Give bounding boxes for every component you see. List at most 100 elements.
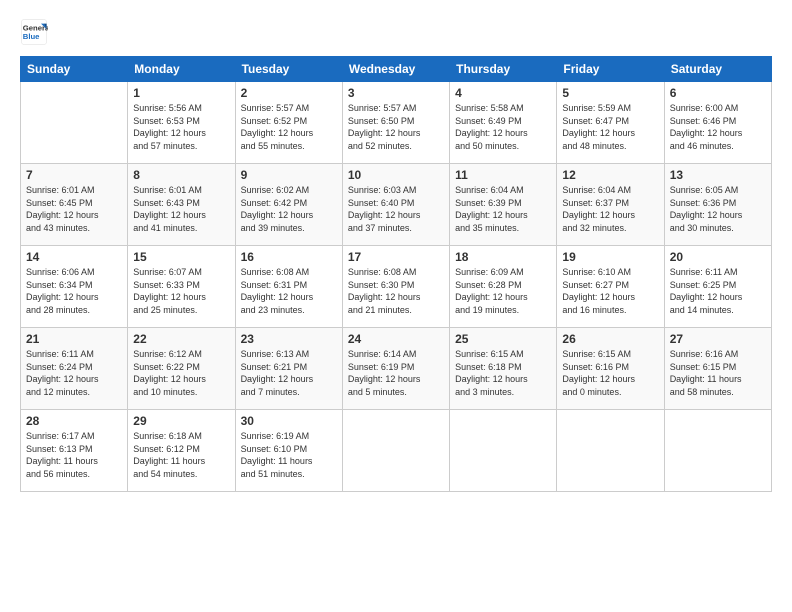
weekday-header-row: SundayMondayTuesdayWednesdayThursdayFrid…	[21, 57, 772, 82]
calendar-cell: 16Sunrise: 6:08 AM Sunset: 6:31 PM Dayli…	[235, 246, 342, 328]
svg-text:Blue: Blue	[23, 32, 40, 41]
calendar-cell: 3 Sunrise: 5:57 AM Sunset: 6:50 PM Daylig…	[342, 82, 449, 164]
day-info: Sunrise: 6:16 AM Sunset: 6:15 PM Dayligh…	[670, 348, 766, 398]
day-number: 5	[562, 86, 658, 100]
header: General Blue	[20, 18, 772, 46]
day-info: Sunrise: 6:13 AM Sunset: 6:21 PM Dayligh…	[241, 348, 337, 398]
day-info: Sunrise: 6:12 AM Sunset: 6:22 PM Dayligh…	[133, 348, 229, 398]
day-number: 11	[455, 168, 551, 182]
week-row-4: 21 Sunrise: 6:11 AM Sunset: 6:24 PM Dayli…	[21, 328, 772, 410]
day-info: Sunrise: 6:17 AM Sunset: 6:13 PM Dayligh…	[26, 430, 122, 480]
day-number: 4	[455, 86, 551, 100]
day-info: Sunrise: 6:07 AM Sunset: 6:33 PM Dayligh…	[133, 266, 229, 316]
weekday-thursday: Thursday	[450, 57, 557, 82]
day-number: 13	[670, 168, 766, 182]
day-number: 12	[562, 168, 658, 182]
day-number: 21	[26, 332, 122, 346]
calendar-cell: 28 Sunrise: 6:17 AM Sunset: 6:13 PM Dayli…	[21, 410, 128, 492]
calendar-cell: 20 Sunrise: 6:11 AM Sunset: 6:25 PM Dayli…	[664, 246, 771, 328]
calendar-cell: 4 Sunrise: 5:58 AM Sunset: 6:49 PM Daylig…	[450, 82, 557, 164]
calendar-cell: 29 Sunrise: 6:18 AM Sunset: 6:12 PM Dayli…	[128, 410, 235, 492]
day-number: 10	[348, 168, 444, 182]
day-number: 18	[455, 250, 551, 264]
day-info: Sunrise: 6:01 AM Sunset: 6:45 PM Dayligh…	[26, 184, 122, 234]
calendar-cell: 7 Sunrise: 6:01 AM Sunset: 6:45 PM Daylig…	[21, 164, 128, 246]
day-number: 1	[133, 86, 229, 100]
day-number: 29	[133, 414, 229, 428]
day-number: 20	[670, 250, 766, 264]
day-info: Sunrise: 6:11 AM Sunset: 6:24 PM Dayligh…	[26, 348, 122, 398]
logo: General Blue	[20, 18, 52, 46]
day-info: Sunrise: 5:57 AM Sunset: 6:52 PM Dayligh…	[241, 102, 337, 152]
day-info: Sunrise: 6:05 AM Sunset: 6:36 PM Dayligh…	[670, 184, 766, 234]
calendar-cell	[450, 410, 557, 492]
day-number: 27	[670, 332, 766, 346]
calendar-cell: 19Sunrise: 6:10 AM Sunset: 6:27 PM Dayli…	[557, 246, 664, 328]
calendar-cell: 17 Sunrise: 6:08 AM Sunset: 6:30 PM Dayli…	[342, 246, 449, 328]
calendar-cell: 8Sunrise: 6:01 AM Sunset: 6:43 PM Daylig…	[128, 164, 235, 246]
day-info: Sunrise: 6:08 AM Sunset: 6:30 PM Dayligh…	[348, 266, 444, 316]
day-number: 23	[241, 332, 337, 346]
calendar-cell: 1Sunrise: 5:56 AM Sunset: 6:53 PM Daylig…	[128, 82, 235, 164]
day-info: Sunrise: 6:04 AM Sunset: 6:39 PM Dayligh…	[455, 184, 551, 234]
day-info: Sunrise: 6:06 AM Sunset: 6:34 PM Dayligh…	[26, 266, 122, 316]
day-info: Sunrise: 6:09 AM Sunset: 6:28 PM Dayligh…	[455, 266, 551, 316]
weekday-saturday: Saturday	[664, 57, 771, 82]
calendar-cell	[342, 410, 449, 492]
calendar-cell	[664, 410, 771, 492]
calendar-cell: 30 Sunrise: 6:19 AM Sunset: 6:10 PM Dayli…	[235, 410, 342, 492]
calendar-cell: 21 Sunrise: 6:11 AM Sunset: 6:24 PM Dayli…	[21, 328, 128, 410]
day-number: 7	[26, 168, 122, 182]
day-number: 22	[133, 332, 229, 346]
calendar-cell: 22 Sunrise: 6:12 AM Sunset: 6:22 PM Dayli…	[128, 328, 235, 410]
calendar-cell: 5 Sunrise: 5:59 AM Sunset: 6:47 PM Daylig…	[557, 82, 664, 164]
logo-icon: General Blue	[20, 18, 48, 46]
day-info: Sunrise: 6:15 AM Sunset: 6:18 PM Dayligh…	[455, 348, 551, 398]
day-info: Sunrise: 6:00 AM Sunset: 6:46 PM Dayligh…	[670, 102, 766, 152]
day-number: 16	[241, 250, 337, 264]
calendar-cell: 25 Sunrise: 6:15 AM Sunset: 6:18 PM Dayli…	[450, 328, 557, 410]
calendar-cell	[21, 82, 128, 164]
weekday-tuesday: Tuesday	[235, 57, 342, 82]
week-row-5: 28 Sunrise: 6:17 AM Sunset: 6:13 PM Dayli…	[21, 410, 772, 492]
calendar-table: SundayMondayTuesdayWednesdayThursdayFrid…	[20, 56, 772, 492]
day-info: Sunrise: 6:03 AM Sunset: 6:40 PM Dayligh…	[348, 184, 444, 234]
calendar-cell: 9 Sunrise: 6:02 AM Sunset: 6:42 PM Daylig…	[235, 164, 342, 246]
day-info: Sunrise: 5:57 AM Sunset: 6:50 PM Dayligh…	[348, 102, 444, 152]
day-info: Sunrise: 6:18 AM Sunset: 6:12 PM Dayligh…	[133, 430, 229, 480]
day-number: 9	[241, 168, 337, 182]
calendar-cell: 6 Sunrise: 6:00 AM Sunset: 6:46 PM Daylig…	[664, 82, 771, 164]
day-number: 17	[348, 250, 444, 264]
day-number: 8	[133, 168, 229, 182]
day-number: 30	[241, 414, 337, 428]
day-number: 2	[241, 86, 337, 100]
weekday-monday: Monday	[128, 57, 235, 82]
calendar-cell: 18 Sunrise: 6:09 AM Sunset: 6:28 PM Dayli…	[450, 246, 557, 328]
day-info: Sunrise: 6:02 AM Sunset: 6:42 PM Dayligh…	[241, 184, 337, 234]
calendar-cell: 2 Sunrise: 5:57 AM Sunset: 6:52 PM Daylig…	[235, 82, 342, 164]
day-number: 26	[562, 332, 658, 346]
page: General Blue SundayMondayTuesdayWednesda…	[0, 0, 792, 612]
week-row-3: 14Sunrise: 6:06 AM Sunset: 6:34 PM Dayli…	[21, 246, 772, 328]
day-info: Sunrise: 6:19 AM Sunset: 6:10 PM Dayligh…	[241, 430, 337, 480]
day-info: Sunrise: 6:15 AM Sunset: 6:16 PM Dayligh…	[562, 348, 658, 398]
day-info: Sunrise: 6:11 AM Sunset: 6:25 PM Dayligh…	[670, 266, 766, 316]
day-info: Sunrise: 5:59 AM Sunset: 6:47 PM Dayligh…	[562, 102, 658, 152]
calendar-cell: 27 Sunrise: 6:16 AM Sunset: 6:15 PM Dayli…	[664, 328, 771, 410]
day-number: 6	[670, 86, 766, 100]
weekday-friday: Friday	[557, 57, 664, 82]
day-info: Sunrise: 6:04 AM Sunset: 6:37 PM Dayligh…	[562, 184, 658, 234]
day-info: Sunrise: 6:14 AM Sunset: 6:19 PM Dayligh…	[348, 348, 444, 398]
day-info: Sunrise: 5:58 AM Sunset: 6:49 PM Dayligh…	[455, 102, 551, 152]
calendar-cell: 12 Sunrise: 6:04 AM Sunset: 6:37 PM Dayli…	[557, 164, 664, 246]
day-number: 3	[348, 86, 444, 100]
day-number: 28	[26, 414, 122, 428]
weekday-sunday: Sunday	[21, 57, 128, 82]
calendar-cell: 23 Sunrise: 6:13 AM Sunset: 6:21 PM Dayli…	[235, 328, 342, 410]
weekday-wednesday: Wednesday	[342, 57, 449, 82]
day-number: 25	[455, 332, 551, 346]
day-number: 15	[133, 250, 229, 264]
calendar-cell: 10 Sunrise: 6:03 AM Sunset: 6:40 PM Dayli…	[342, 164, 449, 246]
calendar-cell: 13 Sunrise: 6:05 AM Sunset: 6:36 PM Dayli…	[664, 164, 771, 246]
day-number: 24	[348, 332, 444, 346]
